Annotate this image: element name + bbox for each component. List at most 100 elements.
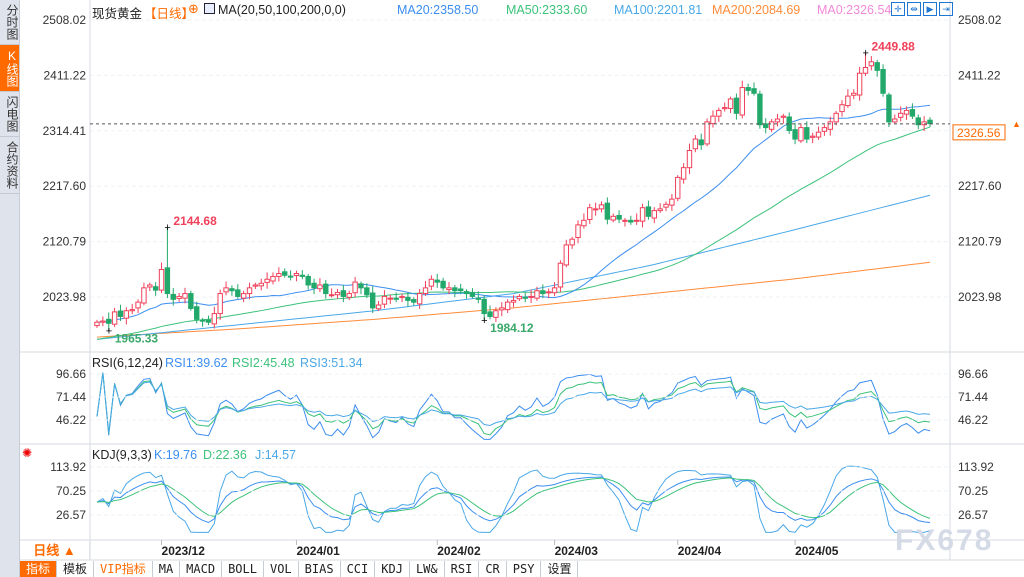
rsi-tick-left: 46.22 [56, 413, 86, 427]
indicator-tabs: 指标 模板 VIP指标 MA MACD BOLL VOL BIAS CCI KDJ LW& RSI CR… [20, 561, 579, 577]
ma-title: MA(20,50,100,200,0,0) [218, 3, 346, 17]
kdj-value-1: D:22.36 [203, 448, 247, 462]
period-select-button[interactable]: 日线 ▲ [20, 542, 90, 560]
candle [692, 138, 699, 150]
candle [851, 92, 857, 96]
candle [428, 278, 435, 287]
price-annotation: 2144.68 [173, 214, 217, 228]
kdj-value-0: K:19.76 [154, 448, 198, 462]
candle [458, 288, 464, 292]
kdj-k-line [96, 476, 931, 524]
candle [270, 275, 276, 282]
candle [751, 88, 757, 94]
tab-0[interactable]: 指标 [20, 561, 58, 577]
candle [592, 208, 599, 211]
rsi-value-1: RSI2:45.48 [232, 356, 295, 370]
candle [780, 115, 787, 118]
candle [804, 127, 810, 140]
candle [346, 293, 352, 298]
candle [874, 62, 880, 71]
candle [194, 306, 200, 320]
tab-3[interactable]: MA [152, 561, 181, 577]
candle [569, 238, 575, 246]
candle [475, 297, 482, 300]
tab-2[interactable]: VIP指标 [94, 561, 153, 577]
price-annotation: 1965.33 [115, 332, 159, 346]
tab-11[interactable]: RSI [444, 561, 480, 577]
candle [622, 219, 628, 222]
ma-value-2: MA100:2201.81 [614, 3, 703, 17]
candle [886, 94, 892, 123]
candle [246, 287, 253, 295]
candle [211, 313, 218, 325]
y-tick-left: 2120.79 [43, 235, 87, 249]
indicator-chart-icon[interactable] [204, 3, 215, 14]
tab-6[interactable]: VOL [263, 561, 299, 577]
candle [680, 167, 687, 180]
tab-12[interactable]: CR [479, 561, 507, 577]
candle [499, 307, 505, 311]
candle [534, 290, 540, 299]
candle [94, 321, 100, 327]
candle [633, 219, 640, 222]
kline-chart[interactable]: 2508.022508.022411.222411.222314.412314.… [0, 0, 1024, 577]
tab-8[interactable]: CCI [340, 561, 376, 577]
candle [809, 135, 816, 138]
candle [293, 273, 300, 277]
play-icon[interactable]: ▶ [923, 2, 937, 16]
candle [334, 291, 341, 296]
tab-13[interactable]: PSY [506, 561, 542, 577]
y-tick-right: 2411.22 [958, 68, 1001, 82]
candle [616, 214, 622, 220]
candle [170, 293, 176, 300]
candle [205, 319, 212, 323]
candle [862, 67, 869, 74]
tab-9[interactable]: KDJ [375, 561, 410, 577]
candle [328, 294, 335, 297]
candle [815, 131, 822, 138]
candle [240, 293, 247, 299]
x-tick-label: 2024/04 [678, 544, 722, 558]
rsi-line-1 [96, 372, 931, 440]
y-tick-left: 2411.22 [44, 68, 87, 82]
crosshair-icon[interactable]: ✛ [891, 2, 905, 16]
candle [768, 121, 775, 130]
tab-10[interactable]: LW& [409, 561, 445, 577]
candle [587, 207, 593, 220]
candle [276, 273, 282, 277]
kdj-j-line [96, 465, 931, 533]
kdj-value-2: J:14.57 [255, 448, 297, 462]
tab-1[interactable]: 模板 [57, 561, 95, 577]
candle [651, 210, 657, 219]
candle [152, 286, 159, 291]
y-tick-right: 2508.02 [958, 13, 1002, 27]
extreme-marker: + [481, 315, 487, 327]
tab-5[interactable]: BOLL [222, 561, 264, 577]
watermark: FX678 [895, 524, 994, 557]
candle [387, 297, 394, 300]
candle [610, 215, 616, 221]
price-arrow-icon: ▲ [1012, 119, 1021, 129]
rsi-tick-right: 71.44 [958, 390, 988, 404]
kdj-tick-right: 70.25 [958, 484, 988, 498]
candle [375, 304, 382, 310]
exit-icon[interactable]: ⇥ [939, 2, 953, 16]
candle [340, 290, 347, 297]
candle [252, 284, 259, 287]
ma-value-3: MA200:2084.69 [712, 3, 801, 17]
candle [909, 109, 916, 117]
candle [897, 112, 904, 118]
kdj-tick-right: 113.92 [958, 460, 994, 474]
candle [845, 95, 851, 107]
candle [199, 319, 206, 322]
add-indicator-icon[interactable]: ⊕ [188, 1, 199, 17]
indicator-settings-icon[interactable]: ✺ [22, 446, 32, 460]
tab-4[interactable]: MACD [180, 561, 223, 577]
candle [856, 72, 863, 96]
candle [164, 267, 171, 295]
candle [416, 293, 423, 305]
candle [323, 283, 329, 295]
tab-7[interactable]: BIAS [298, 561, 341, 577]
zoom-fit-icon[interactable]: ⇹ [907, 2, 921, 16]
tab-14[interactable]: 设置 [541, 561, 579, 577]
